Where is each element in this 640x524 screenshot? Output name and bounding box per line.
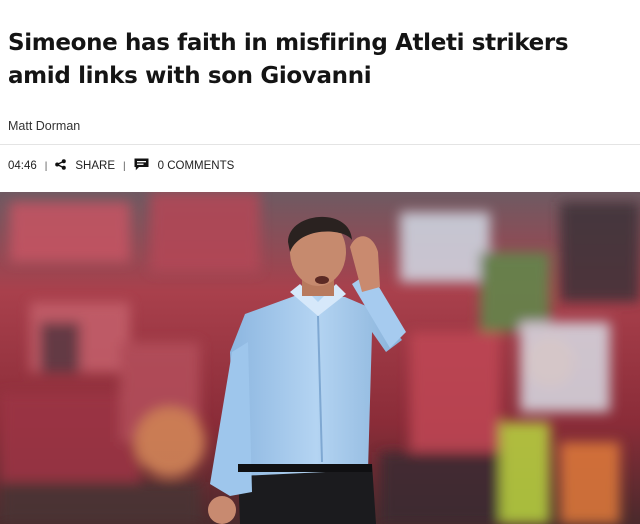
share-icon xyxy=(55,159,67,173)
share-button[interactable]: SHARE xyxy=(55,159,115,173)
publish-time: 04:46 xyxy=(8,160,37,172)
hero-image xyxy=(0,192,640,524)
separator: | xyxy=(123,160,126,172)
share-label: SHARE xyxy=(75,160,116,172)
author-name[interactable]: Matt Dorman xyxy=(8,119,80,133)
comments-label: 0 COMMENTS xyxy=(157,160,235,172)
article-page: Simeone has faith in misfiring Atleti st… xyxy=(0,0,640,524)
comment-icon xyxy=(134,158,149,174)
article-meta-bar: 04:46 | SHARE | 0 COMMENTS xyxy=(8,157,234,175)
article-headline: Simeone has faith in misfiring Atleti st… xyxy=(8,30,569,89)
divider xyxy=(0,144,640,145)
comments-link[interactable]: 0 COMMENTS xyxy=(134,158,235,174)
separator: | xyxy=(44,160,48,172)
